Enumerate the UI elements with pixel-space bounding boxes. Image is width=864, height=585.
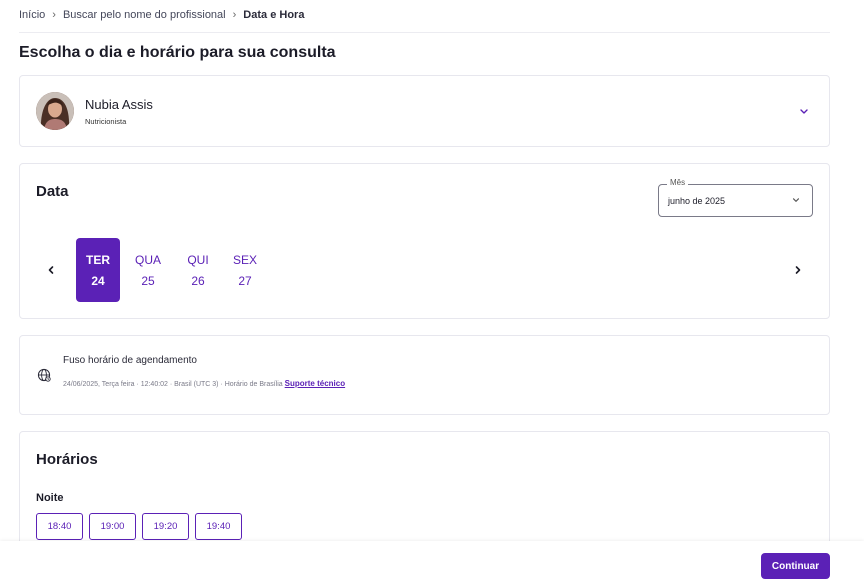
breadcrumb: Início › Buscar pelo nome do profissiona…	[19, 8, 304, 22]
day-option-selected[interactable]: TER 24	[76, 238, 120, 302]
period-label: Noite	[36, 492, 64, 504]
time-slot[interactable]: 19:40	[195, 513, 242, 540]
breadcrumb-home[interactable]: Início	[19, 9, 45, 21]
divider	[19, 32, 830, 33]
breadcrumb-separator: ›	[232, 9, 237, 21]
breadcrumb-search[interactable]: Buscar pelo nome do profissional	[63, 9, 226, 21]
support-link[interactable]: Suporte técnico	[285, 379, 345, 388]
professional-name: Nubia Assis	[85, 97, 153, 112]
avatar-image	[36, 92, 74, 130]
chevron-down-icon[interactable]	[798, 105, 810, 117]
chevron-down-icon	[792, 198, 800, 202]
month-select-label: Mês	[667, 178, 689, 187]
day-option[interactable]: SEX 27	[223, 238, 267, 302]
day-number: 25	[141, 274, 155, 288]
professional-role: Nutricionista	[85, 117, 127, 126]
day-name: SEX	[232, 253, 257, 267]
timezone-title: Fuso horário de agendamento	[63, 355, 197, 366]
time-slot[interactable]: 19:00	[89, 513, 136, 540]
day-number: 27	[238, 274, 252, 288]
breadcrumb-separator: ›	[52, 9, 56, 21]
month-select[interactable]: Mês junho de 2025	[658, 178, 813, 217]
continue-button[interactable]: Continuar	[761, 553, 830, 579]
time-slots: 18:40 19:00 19:20 19:40	[36, 513, 242, 540]
avatar	[36, 92, 74, 130]
breadcrumb-current: Data e Hora	[243, 9, 305, 21]
timezone-card: Fuso horário de agendamento 24/06/2025, …	[19, 335, 830, 415]
timezone-info-line: 24/06/2025, Terça feira · 12:40:02 · Bra…	[63, 379, 345, 388]
day-number: 24	[91, 274, 105, 288]
month-select-value: junho de 2025	[668, 196, 726, 206]
globe-icon	[37, 368, 51, 382]
day-name: QUA	[134, 253, 161, 267]
time-slot[interactable]: 19:20	[142, 513, 189, 540]
hours-heading: Horários	[36, 451, 98, 468]
day-name: TER	[86, 253, 110, 267]
day-option[interactable]: QUI 26	[176, 238, 220, 302]
page-title: Escolha o dia e horário para sua consult…	[19, 44, 336, 61]
time-slot[interactable]: 18:40	[36, 513, 83, 540]
day-name: QUI	[187, 253, 209, 267]
chevron-left-icon[interactable]	[44, 263, 58, 277]
footer-bar: Continuar	[0, 541, 864, 585]
professional-card[interactable]: Nubia Assis Nutricionista	[19, 75, 830, 147]
chevron-right-icon[interactable]	[791, 263, 805, 277]
timezone-info: 24/06/2025, Terça feira · 12:40:02 · Bra…	[63, 381, 283, 388]
date-card: Data Mês junho de 2025 TER 24 QUA 25 QUI…	[19, 163, 830, 319]
day-option[interactable]: QUA 25	[126, 238, 170, 302]
date-heading: Data	[36, 183, 69, 200]
day-number: 26	[191, 274, 205, 288]
